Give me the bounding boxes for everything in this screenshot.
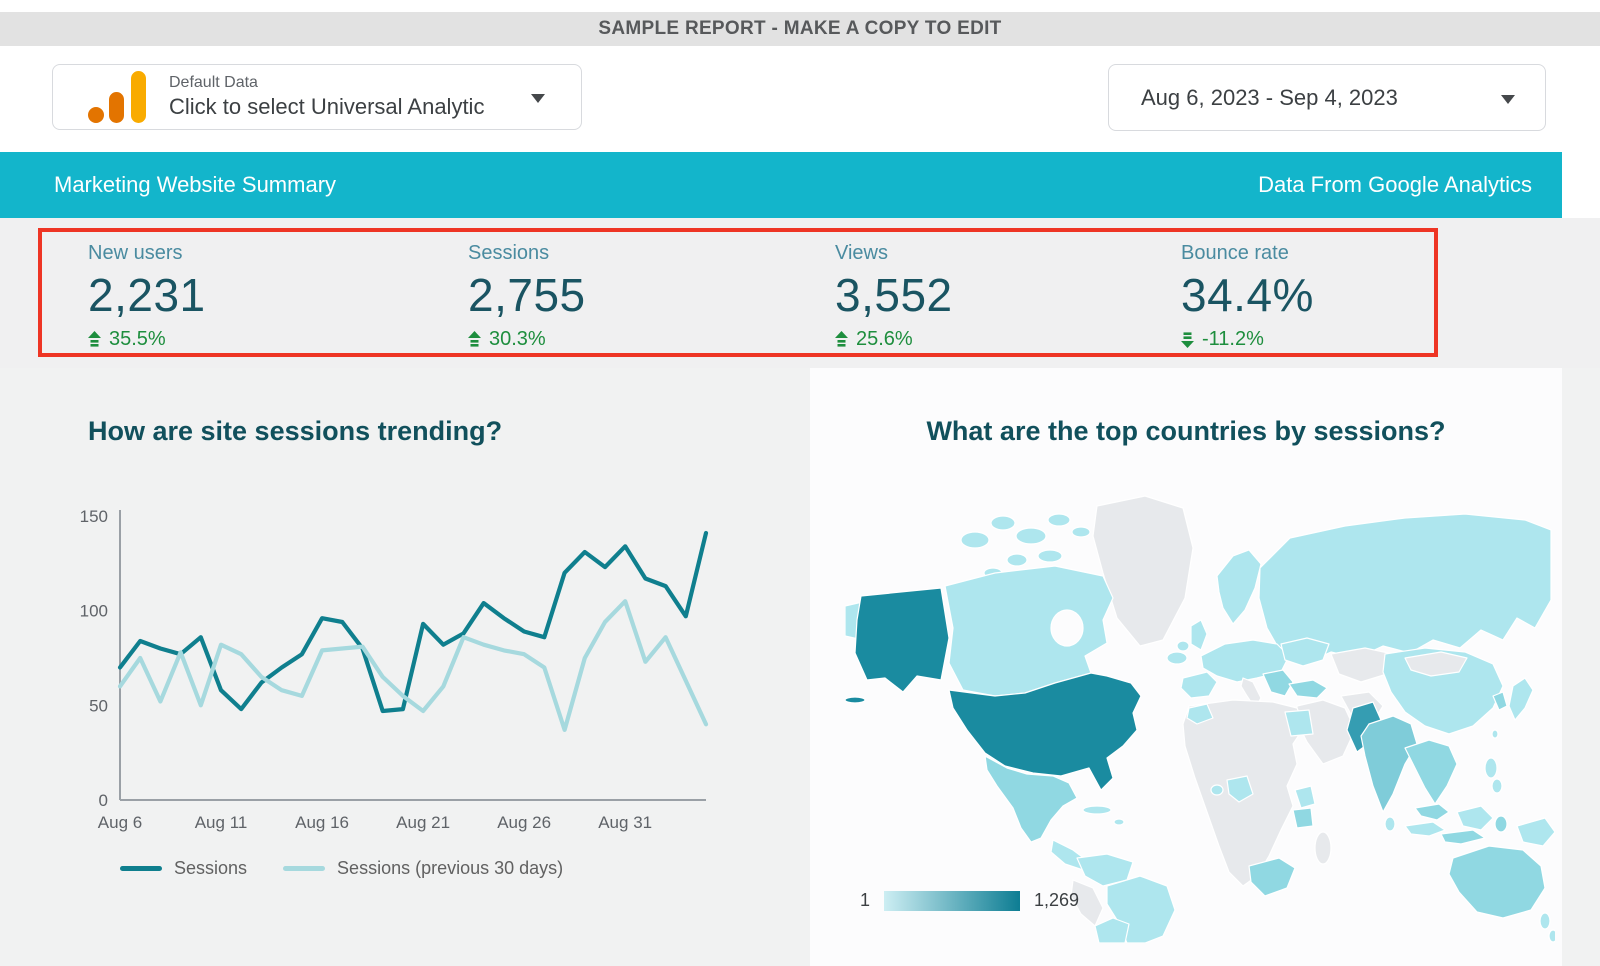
svg-text:Aug 11: Aug 11 <box>195 813 248 832</box>
map-scale-max: 1,269 <box>1034 890 1079 911</box>
date-range-picker[interactable]: Aug 6, 2023 - Sep 4, 2023 <box>1108 64 1546 131</box>
map-region-iberia[interactable] <box>1181 672 1217 698</box>
sessions-trend-panel: How are site sessions trending? 0 50 100 15… <box>0 368 810 966</box>
line-chart-legend: Sessions Sessions (previous 30 days) <box>120 858 563 879</box>
map-region-sri-lanka[interactable] <box>1385 817 1395 831</box>
map-region-philippines-group[interactable] <box>1485 758 1502 793</box>
data-source-selector[interactable]: Default Data Click to select Universal A… <box>52 64 582 130</box>
scorecard-value: 2,231 <box>88 266 206 324</box>
scorecard-value: 2,755 <box>468 266 586 324</box>
svg-text:150: 150 <box>80 507 108 526</box>
legend-item-sessions-previous: Sessions (previous 30 days) <box>283 858 563 879</box>
world-choropleth-map[interactable] <box>845 468 1555 943</box>
trend-up-arrow-icon <box>835 331 848 348</box>
svg-text:Aug 21: Aug 21 <box>396 813 450 832</box>
map-region-cuba[interactable] <box>1083 806 1111 814</box>
map-region-chile-argentina[interactable] <box>1095 918 1129 943</box>
map-region-new-zealand-group[interactable] <box>1540 913 1555 942</box>
scorecard-value: 3,552 <box>835 266 953 324</box>
map-region-new-guinea[interactable] <box>1517 818 1555 846</box>
report-header-bar: Marketing Website Summary Data From Goog… <box>0 152 1562 218</box>
svg-text:Aug 31: Aug 31 <box>598 813 652 832</box>
map-region-australia[interactable] <box>1449 846 1545 918</box>
line-chart-title: How are site sessions trending? <box>88 416 502 447</box>
data-source-value: Click to select Universal Analytic <box>169 93 484 121</box>
map-region-taiwan[interactable] <box>1492 730 1498 738</box>
scorecard-sessions: Sessions 2,755 30.3% <box>468 240 586 352</box>
map-region-borneo[interactable] <box>1457 806 1493 830</box>
map-region-korea[interactable] <box>1493 692 1507 710</box>
top-countries-panel: What are the top countries by sessions? <box>810 368 1562 966</box>
map-region-arctic-islands-group[interactable] <box>961 514 1090 578</box>
scorecard-new-users: New users 2,231 35.5% <box>88 240 206 352</box>
map-scale-min: 1 <box>860 890 870 911</box>
map-color-scale-legend: 1 1,269 <box>860 890 1079 911</box>
map-region-sulawesi[interactable] <box>1495 816 1507 832</box>
svg-text:0: 0 <box>99 791 108 810</box>
map-region-south-africa[interactable] <box>1249 858 1295 896</box>
map-region-eastern-europe[interactable] <box>1281 638 1329 666</box>
map-region-iceland[interactable] <box>1167 652 1187 664</box>
svg-text:Aug 6: Aug 6 <box>98 813 142 832</box>
svg-text:Aug 16: Aug 16 <box>295 813 349 832</box>
scorecard-label: New users <box>88 240 206 266</box>
scorecard-bounce-rate: Bounce rate 34.4% -11.2% <box>1181 240 1314 352</box>
map-region-malaysia[interactable] <box>1415 804 1449 820</box>
legend-swatch-sessions-previous <box>283 866 325 871</box>
map-scale-gradient <box>884 891 1020 911</box>
map-region-indochina[interactable] <box>1405 740 1457 804</box>
scorecard-label: Sessions <box>468 240 586 266</box>
map-region-scandinavia[interactable] <box>1217 550 1261 624</box>
scorecard-section: New users 2,231 35.5% Sessions 2,755 30.… <box>0 218 1600 368</box>
report-source-text: Data From Google Analytics <box>1258 172 1532 198</box>
trend-down-arrow-icon <box>1181 331 1194 348</box>
sample-report-banner: SAMPLE REPORT - MAKE A COPY TO EDIT <box>0 12 1600 46</box>
scorecard-value: 34.4% <box>1181 266 1314 324</box>
svg-text:100: 100 <box>80 602 108 621</box>
report-title: Marketing Website Summary <box>54 172 336 198</box>
banner-text: SAMPLE REPORT - MAKE A COPY TO EDIT <box>598 18 1001 40</box>
map-region-greenland[interactable] <box>1093 496 1193 646</box>
map-region-sumatra[interactable] <box>1405 822 1445 836</box>
trend-up-arrow-icon <box>468 331 481 348</box>
scorecard-label: Bounce rate <box>1181 240 1314 266</box>
map-hudson-bay <box>1051 610 1083 646</box>
scorecard-views: Views 3,552 25.6% <box>835 240 953 352</box>
caret-down-icon <box>1501 95 1515 104</box>
date-range-value: Aug 6, 2023 - Sep 4, 2023 <box>1141 85 1398 111</box>
data-source-text: Default Data Click to select Universal A… <box>169 73 484 121</box>
trend-up-arrow-icon <box>88 331 101 348</box>
legend-swatch-sessions <box>120 866 162 871</box>
scorecard-change: 30.3% <box>468 326 586 352</box>
map-region-ghana[interactable] <box>1211 785 1223 795</box>
svg-text:Aug 26: Aug 26 <box>497 813 551 832</box>
scorecard-change: 35.5% <box>88 326 206 352</box>
caret-down-icon <box>531 94 545 103</box>
map-region-balkans[interactable] <box>1263 670 1293 696</box>
scorecard-label: Views <box>835 240 953 266</box>
map-region-madagascar[interactable] <box>1315 832 1331 864</box>
map-region-aleutians[interactable] <box>845 697 865 703</box>
sessions-line-chart[interactable]: 0 50 100 150 Aug 6 Aug 11 Aug 16 Aug 21 Aug 26 Au… <box>58 500 718 840</box>
legend-item-sessions: Sessions <box>120 858 247 879</box>
map-region-india[interactable] <box>1361 716 1417 812</box>
map-region-kenya[interactable] <box>1295 786 1315 808</box>
map-region-uk[interactable] <box>1191 620 1207 650</box>
map-region-turkey[interactable] <box>1289 680 1327 698</box>
google-analytics-icon <box>87 71 147 123</box>
map-region-tanzania[interactable] <box>1293 808 1313 828</box>
map-region-java[interactable] <box>1441 830 1485 844</box>
map-region-ireland[interactable] <box>1177 641 1189 651</box>
map-region-alaska[interactable] <box>855 588 949 692</box>
scorecard-change: -11.2% <box>1181 326 1314 352</box>
page-right-margin <box>1562 368 1600 966</box>
map-region-caribbean[interactable] <box>1114 819 1124 825</box>
data-source-label: Default Data <box>169 73 484 93</box>
svg-text:50: 50 <box>89 696 108 715</box>
map-region-japan[interactable] <box>1509 678 1533 720</box>
map-chart-title: What are the top countries by sessions? <box>810 416 1562 447</box>
scorecard-change: 25.6% <box>835 326 953 352</box>
